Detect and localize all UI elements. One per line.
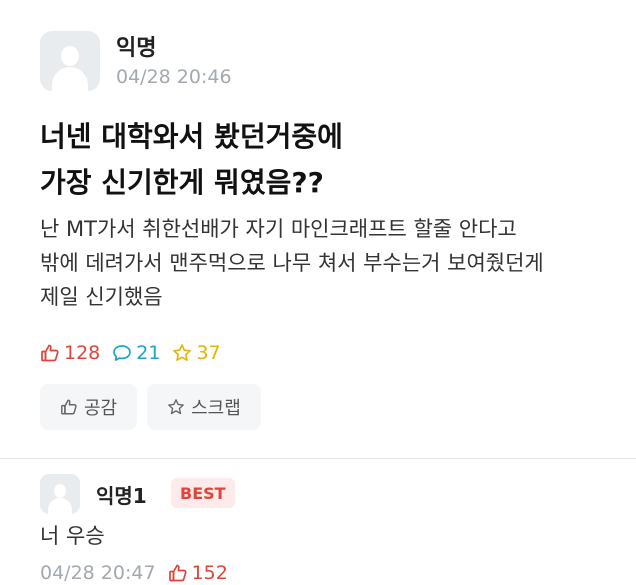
comment-like-count: 152 [191, 562, 228, 584]
post-author: 익명 [116, 36, 157, 61]
post-title-line: 가장 신기한게 뭐였음?? [40, 166, 324, 199]
like-button-label: 공감 [84, 398, 118, 419]
comment-count: 21 [112, 342, 160, 364]
divider [0, 458, 636, 459]
scrap-button-label: 스크랩 [191, 398, 241, 419]
post-actions: 공감 스크랩 [40, 384, 271, 430]
post-content-line: 제일 신기했음 [40, 285, 163, 309]
scrap-button[interactable]: 스크랩 [147, 384, 261, 430]
star-icon [168, 399, 184, 415]
post-content-line: 밖에 데려가서 맨주먹으로 나무 쳐서 부수는거 보여줬던게 [40, 251, 544, 275]
comment-author: 익명1 [96, 484, 147, 508]
comment-text: 너 우승 [40, 524, 105, 548]
comment-count-value: 21 [136, 342, 161, 364]
comment-avatar [40, 474, 80, 514]
thumbs-up-icon [61, 399, 77, 415]
comment-time: 04/28 20:47 [40, 562, 156, 584]
like-count: 128 [40, 342, 100, 364]
comment-meta: 04/28 20:47 152 [40, 562, 228, 584]
post-content-line: 난 MT가서 취한선배가 자기 마인크래프트 할줄 안다고 [40, 217, 517, 241]
post-time: 04/28 20:46 [116, 66, 232, 88]
thumbs-up-icon [41, 344, 59, 362]
scrap-count-value: 37 [196, 342, 221, 364]
like-button[interactable]: 공감 [40, 384, 138, 430]
comment-like[interactable]: 152 [168, 562, 228, 584]
scrap-count: 37 [172, 342, 221, 364]
post-title-line: 너넨 대학와서 봤던거중에 [40, 120, 343, 153]
speech-bubble-icon [113, 345, 132, 361]
post-title: 너넨 대학와서 봤던거중에 가장 신기한게 뭐였음?? [40, 114, 620, 206]
like-count-value: 128 [64, 342, 101, 364]
best-badge: BEST [171, 478, 235, 508]
author-avatar [40, 31, 100, 91]
post-content: 난 MT가서 취한선배가 자기 마인크래프트 할줄 안다고 밖에 데려가서 맨주… [40, 212, 630, 314]
post-stats: 128 21 37 [40, 342, 233, 364]
thumbs-up-icon [168, 564, 187, 582]
star-icon [173, 344, 192, 361]
